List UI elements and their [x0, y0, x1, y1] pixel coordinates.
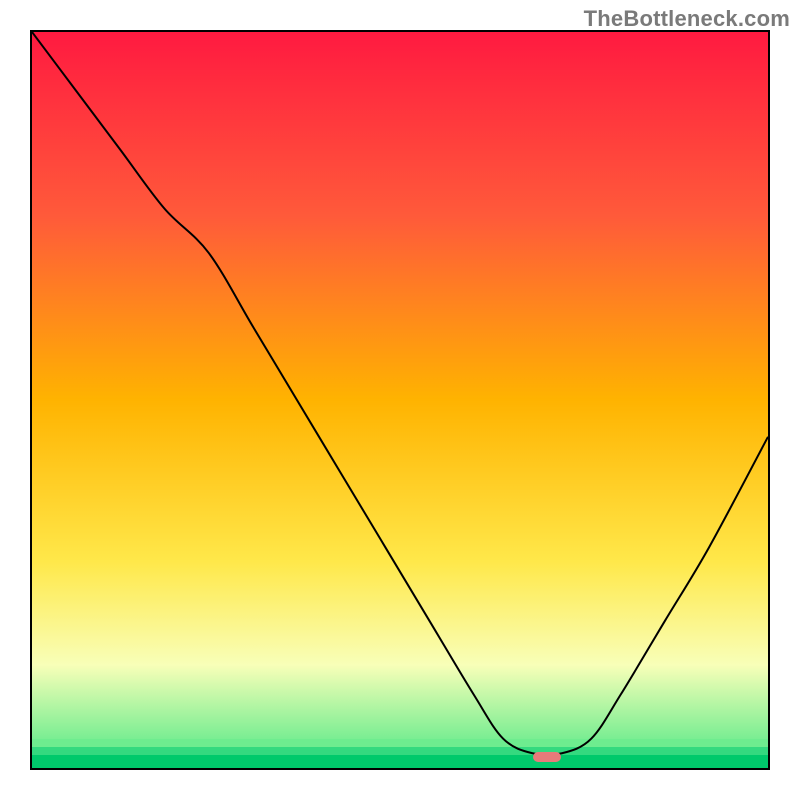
curve-path: [32, 32, 768, 755]
optimal-marker: [533, 752, 561, 762]
watermark-text: TheBottleneck.com: [584, 6, 790, 32]
chart-frame: [30, 30, 770, 770]
chart-curve: [32, 32, 768, 768]
